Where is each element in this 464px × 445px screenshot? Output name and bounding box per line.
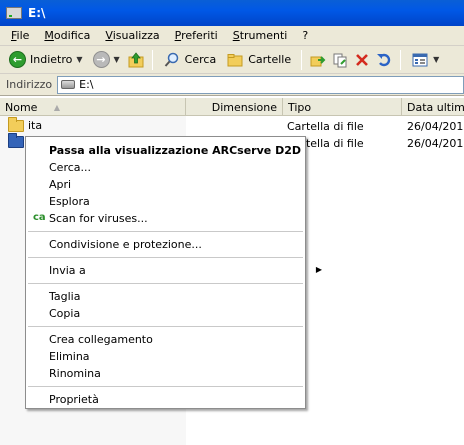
antivirus-icon: ca [33,212,46,223]
menu-preferiti[interactable]: Preferiti [168,29,226,42]
folder-icon [8,116,24,132]
toolbar-separator [151,49,153,70]
drive-icon [61,80,76,89]
menu-help[interactable]: ? [295,29,316,42]
back-button[interactable]: ← Indietro ▼ [6,49,86,71]
context-menu: Passa alla visualizzazione ARCserve D2D … [25,136,322,409]
folders-button[interactable]: Cartelle [223,49,294,71]
submenu-arrow-icon: ▶ [315,265,322,274]
search-label: Cerca [184,53,217,66]
column-header-name[interactable]: Nome ▲ [0,98,186,116]
copy-to-icon[interactable] [331,51,349,69]
menu-item-search[interactable]: Cerca... [49,161,91,174]
address-value: E:\ [79,78,94,91]
list-header: Nome ▲ Dimensione Tipo Data ultima [0,98,464,116]
column-header-date[interactable]: Data ultima [402,98,464,116]
menu-item-rename[interactable]: Rinomina [49,367,101,380]
forward-arrow-icon: → [92,51,110,68]
menu-separator [28,326,303,327]
search-button[interactable]: Cerca [160,49,220,71]
back-arrow-icon: ← [9,51,26,68]
list-item[interactable]: ita Cartella di file 26/04/2011 [0,116,464,136]
menu-item-copy[interactable]: Copia [49,307,80,320]
address-bar: Indirizzo E:\ [0,74,464,96]
up-folder-icon[interactable] [127,51,145,69]
address-label: Indirizzo [6,78,53,91]
menu-separator [28,386,303,387]
column-header-size[interactable]: Dimensione [186,98,283,116]
drive-icon [6,7,22,19]
menu-item-cut[interactable]: Taglia [49,290,80,303]
menu-item-arcserve[interactable]: Passa alla visualizzazione ARCserve D2D [49,144,301,157]
toolbar-separator [301,49,303,70]
sort-ascending-icon: ▲ [53,102,60,112]
views-icon [411,51,429,69]
folders-label: Cartelle [248,53,292,66]
menu-item-properties[interactable]: Proprietà [49,393,99,406]
menu-separator [28,231,303,232]
file-date: 26/04/2011 [407,120,464,133]
window-title: E:\ [28,6,46,20]
title-bar: E:\ [0,0,464,26]
menu-bar: File Modifica Visualizza Preferiti Strum… [0,26,464,46]
menu-strumenti[interactable]: Strumenti [226,29,296,42]
menu-visualizza[interactable]: Visualizza [98,29,167,42]
column-header-type[interactable]: Tipo [283,98,402,116]
menu-item-sharing[interactable]: Condivisione e protezione... [49,238,202,251]
toolbar: ← Indietro ▼ → ▼ Cerca Cartelle ▼ [0,46,464,74]
forward-button[interactable]: → ▼ [90,49,123,71]
folders-icon [226,51,244,69]
move-to-icon[interactable] [309,51,327,69]
chevron-down-icon[interactable]: ▼ [114,55,120,64]
file-type: Cartella di file [287,120,364,133]
menu-file[interactable]: File [4,29,37,42]
file-name: ita [28,119,43,132]
menu-item-open[interactable]: Apri [49,178,71,191]
menu-item-explore[interactable]: Esplora [49,195,90,208]
file-date: 26/04/2011 [407,137,464,150]
menu-item-create-link[interactable]: Crea collegamento [49,333,153,346]
menu-item-delete[interactable]: Elimina [49,350,90,363]
views-button[interactable]: ▼ [408,49,442,71]
chevron-down-icon[interactable]: ▼ [76,55,82,64]
menu-separator [28,257,303,258]
address-input[interactable]: E:\ [57,75,464,94]
menu-item-send-to[interactable]: Invia a ▶ [49,264,322,277]
menu-separator [28,283,303,284]
menu-modifica[interactable]: Modifica [37,29,98,42]
search-icon [163,51,181,69]
delete-icon[interactable] [353,51,371,69]
chevron-down-icon: ▼ [433,55,440,64]
undo-icon[interactable] [375,51,393,69]
back-label: Indietro [30,53,73,66]
menu-item-scan[interactable]: ca Scan for viruses... [33,212,148,225]
folder-icon [8,133,24,148]
toolbar-separator [400,49,402,70]
